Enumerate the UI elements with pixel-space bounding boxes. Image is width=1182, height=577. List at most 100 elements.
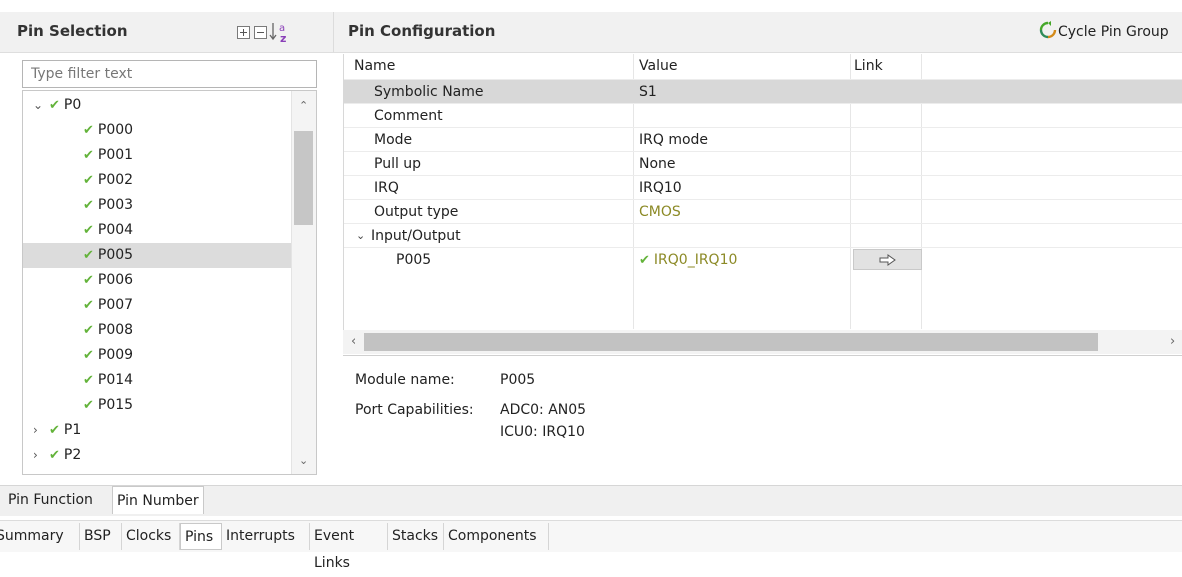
tab-clocks[interactable]: Clocks bbox=[122, 523, 180, 550]
configuration-tabs: Summary BSP Clocks Pins Interrupts Event Link… bbox=[0, 520, 1182, 571]
module-name-label: Module name: bbox=[355, 372, 455, 388]
config-name: Comment bbox=[374, 108, 443, 124]
tree-item-p006[interactable]: ✔ P006 bbox=[23, 268, 291, 293]
check-icon: ✔ bbox=[83, 348, 94, 363]
scroll-down-icon[interactable]: ⌄ bbox=[299, 454, 308, 467]
column-name[interactable]: Name bbox=[354, 54, 395, 79]
check-icon: ✔ bbox=[83, 123, 94, 138]
cycle-icon bbox=[1039, 21, 1057, 39]
tree-item-p007[interactable]: ✔ P007 bbox=[23, 293, 291, 318]
tree-item-label: P0 bbox=[63, 97, 82, 113]
config-value[interactable]: None bbox=[639, 152, 676, 176]
tree-item-label: P007 bbox=[97, 297, 134, 313]
tree-item-label: P014 bbox=[97, 372, 134, 388]
scroll-right-icon[interactable]: › bbox=[1170, 334, 1175, 349]
tree-item-p001[interactable]: ✔ P001 bbox=[23, 143, 291, 168]
tree-item-p1[interactable]: › ✔ P1 bbox=[23, 418, 291, 443]
module-name-value: P005 bbox=[500, 372, 536, 388]
config-row[interactable]: Symbolic Name S1 bbox=[344, 79, 1182, 104]
config-value-text: None bbox=[639, 156, 676, 172]
link-arrow-button[interactable] bbox=[853, 249, 922, 270]
config-value[interactable]: IRQ mode bbox=[639, 128, 708, 152]
tree-item-p014[interactable]: ✔ P014 bbox=[23, 368, 291, 393]
config-value-text: S1 bbox=[639, 84, 657, 100]
check-icon: ✔ bbox=[83, 323, 94, 338]
tree-item-label: P001 bbox=[97, 147, 134, 163]
check-icon: ✔ bbox=[83, 373, 94, 388]
tab-summary[interactable]: Summary bbox=[0, 523, 80, 550]
check-icon: ✔ bbox=[83, 223, 94, 238]
tree-item-p003[interactable]: ✔ P003 bbox=[23, 193, 291, 218]
sort-az-icon[interactable]: a z bbox=[269, 20, 293, 44]
filter-input[interactable] bbox=[22, 60, 317, 88]
chevron-right-icon[interactable]: › bbox=[33, 418, 49, 443]
tree-item-p2[interactable]: › ✔ P2 bbox=[23, 443, 291, 468]
tree-item-label: P009 bbox=[97, 347, 134, 363]
check-icon: ✔ bbox=[83, 148, 94, 163]
config-name: Output type bbox=[374, 204, 459, 220]
tree-scroll-thumb[interactable] bbox=[294, 131, 313, 225]
port-capability: ADC0: AN05 bbox=[500, 402, 587, 418]
pin-selection-title: Pin Selection bbox=[17, 22, 128, 40]
tab-event-links[interactable]: Event Links bbox=[310, 523, 388, 571]
tree-item-label: P003 bbox=[97, 197, 134, 213]
config-name: Input/Output bbox=[371, 228, 461, 244]
table-scroll-thumb[interactable] bbox=[364, 333, 1098, 351]
pin-configuration-title: Pin Configuration bbox=[348, 22, 496, 40]
tree-item-label: P005 bbox=[97, 247, 134, 263]
tab-interrupts[interactable]: Interrupts bbox=[222, 523, 310, 550]
config-name: Mode bbox=[374, 132, 413, 148]
check-icon: ✔ bbox=[83, 398, 94, 413]
tree-item-label: P002 bbox=[97, 172, 134, 188]
config-value[interactable]: S1 bbox=[639, 80, 657, 104]
tree-item-label: P004 bbox=[97, 222, 134, 238]
tree-item-p002[interactable]: ✔ P002 bbox=[23, 168, 291, 193]
scroll-left-icon[interactable]: ‹ bbox=[351, 334, 356, 349]
config-row[interactable]: Comment bbox=[344, 103, 1182, 128]
tree-item-p0[interactable]: ⌄ ✔ P0 bbox=[23, 93, 291, 118]
tab-components[interactable]: Components bbox=[444, 523, 549, 550]
config-row[interactable]: Pull up None bbox=[344, 151, 1182, 176]
tab-pin-number[interactable]: Pin Number bbox=[112, 486, 204, 514]
config-row[interactable]: P005 ✔ IRQ0_IRQ10 bbox=[344, 247, 1182, 272]
tree-item-p009[interactable]: ✔ P009 bbox=[23, 343, 291, 368]
cycle-pin-group-button[interactable]: Cycle Pin Group bbox=[1038, 20, 1169, 44]
tab-bsp[interactable]: BSP bbox=[80, 523, 122, 550]
config-row[interactable]: Mode IRQ mode bbox=[344, 127, 1182, 152]
check-icon: ✔ bbox=[83, 248, 94, 263]
expand-all-icon[interactable] bbox=[237, 26, 250, 39]
check-icon: ✔ bbox=[639, 253, 650, 268]
collapse-all-icon[interactable] bbox=[254, 26, 267, 39]
config-row[interactable]: Output type CMOS bbox=[344, 199, 1182, 224]
config-name: P005 bbox=[396, 252, 432, 268]
tree-item-p015[interactable]: ✔ P015 bbox=[23, 393, 291, 418]
tree-item-label: P2 bbox=[63, 447, 82, 463]
config-value-text: IRQ10 bbox=[639, 180, 682, 196]
config-row[interactable]: IRQ IRQ10 bbox=[344, 175, 1182, 200]
chevron-right-icon[interactable]: › bbox=[33, 443, 49, 468]
config-value-text: IRQ mode bbox=[639, 132, 709, 148]
config-value[interactable]: CMOS bbox=[639, 200, 681, 224]
config-row[interactable]: ⌄ Input/Output bbox=[344, 223, 1182, 248]
tab-pin-function[interactable]: Pin Function bbox=[4, 486, 97, 514]
column-value[interactable]: Value bbox=[639, 54, 677, 79]
scroll-up-icon[interactable]: ⌃ bbox=[299, 99, 308, 112]
config-value[interactable]: ✔ IRQ0_IRQ10 bbox=[639, 248, 737, 273]
tree-item-p005[interactable]: ✔ P005 bbox=[23, 243, 291, 268]
check-icon: ✔ bbox=[83, 198, 94, 213]
chevron-down-icon[interactable]: ⌄ bbox=[356, 224, 365, 248]
cycle-pin-group-label: Cycle Pin Group bbox=[1058, 24, 1169, 40]
tab-pins[interactable]: Pins bbox=[180, 523, 222, 550]
tree-item-label: P015 bbox=[97, 397, 134, 413]
check-icon: ✔ bbox=[49, 423, 60, 438]
tree-item-p008[interactable]: ✔ P008 bbox=[23, 318, 291, 343]
arrow-right-icon bbox=[879, 254, 896, 266]
config-name: Symbolic Name bbox=[374, 84, 484, 100]
chevron-down-icon[interactable]: ⌄ bbox=[33, 93, 49, 118]
pin-view-tabs: Pin Function Pin Number bbox=[0, 485, 1182, 516]
tree-item-p004[interactable]: ✔ P004 bbox=[23, 218, 291, 243]
column-link[interactable]: Link bbox=[854, 54, 883, 79]
tree-item-p000[interactable]: ✔ P000 bbox=[23, 118, 291, 143]
tab-stacks[interactable]: Stacks bbox=[388, 523, 444, 550]
config-value[interactable]: IRQ10 bbox=[639, 176, 682, 200]
